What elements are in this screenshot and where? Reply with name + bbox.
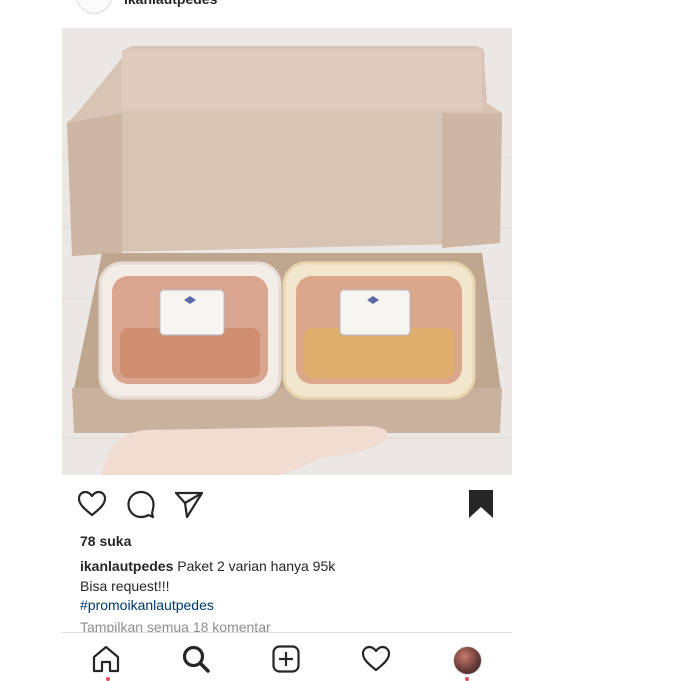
caption-line-1: Paket 2 varian hanya 95k — [177, 558, 336, 574]
caption-hashtag[interactable]: #promoikanlautpedes — [80, 596, 500, 616]
comment-icon[interactable] — [125, 488, 157, 520]
heart-icon[interactable] — [76, 488, 108, 520]
post-author-avatar[interactable] — [76, 0, 112, 14]
post-image[interactable] — [62, 28, 512, 475]
bottom-navigation — [62, 632, 512, 681]
caption-line-2: Bisa request!!! — [80, 577, 170, 594]
new-post-icon[interactable] — [270, 643, 302, 675]
search-icon[interactable] — [180, 643, 212, 675]
post-action-bar — [62, 480, 512, 528]
post-author-username[interactable]: ikanlautpedes — [124, 0, 217, 7]
likes-count[interactable]: 78 suka — [80, 533, 131, 549]
post-caption: ikanlautpedes Paket 2 varian hanya 95k B… — [80, 557, 500, 616]
activity-icon[interactable] — [360, 643, 392, 675]
bookmark-filled-icon[interactable] — [465, 488, 497, 520]
caption-username[interactable]: ikanlautpedes — [80, 558, 173, 574]
profile-notification-dot — [465, 677, 469, 681]
home-icon[interactable] — [90, 643, 122, 675]
send-icon[interactable] — [173, 488, 205, 520]
profile-avatar[interactable] — [453, 646, 482, 675]
home-notification-dot — [106, 677, 110, 681]
view-all-comments-link[interactable]: Tampilkan semua 18 komentar — [80, 619, 271, 633]
